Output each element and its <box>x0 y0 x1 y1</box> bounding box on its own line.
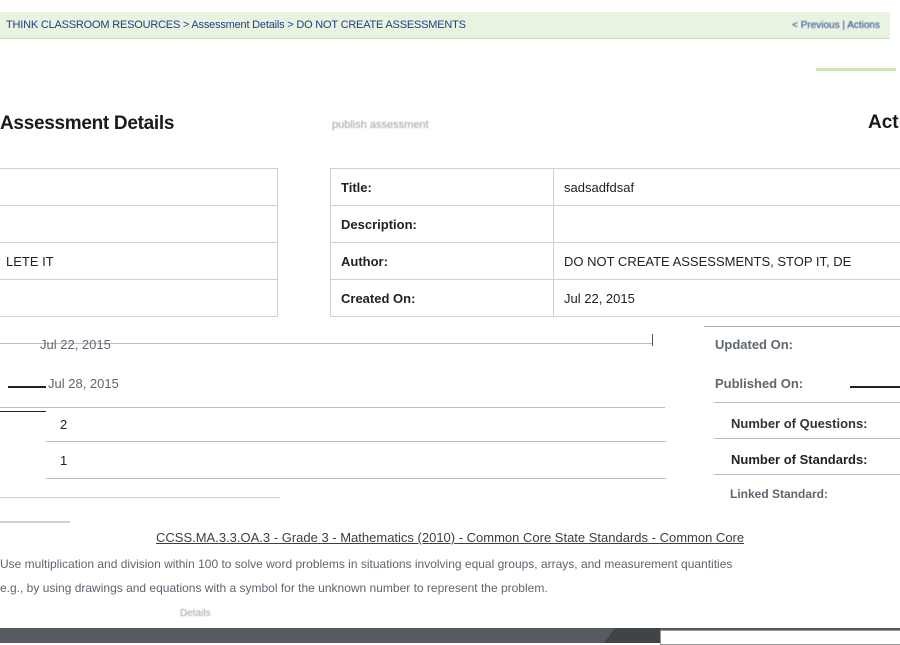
header-actions-link[interactable]: < Previous | Actions <box>792 20 880 31</box>
row-divider <box>714 438 900 439</box>
row-divider <box>0 407 665 408</box>
actions-heading: Act <box>868 112 899 134</box>
table-row <box>0 280 278 317</box>
published-on-value: Jul 28, 2015 <box>48 376 119 391</box>
assessment-details-table: Title: sadsadfdsaf Description: Author: … <box>330 168 900 317</box>
questions-label: Number of Questions: <box>731 416 868 431</box>
table-row: LETE IT <box>0 243 278 280</box>
top-navigation-bar: THINK CLASSROOM RESOURCES > Assessment D… <box>0 12 890 39</box>
row-divider <box>714 402 900 403</box>
linked-standard-link[interactable]: CCSS.MA.3.3.OA.3 - Grade 3 - Mathematics… <box>156 530 744 545</box>
header-divider <box>816 68 896 71</box>
row-divider <box>8 386 46 388</box>
title-label: Title: <box>331 169 554 206</box>
title-value: sadsadfdsaf <box>554 169 900 206</box>
author-label: Author: <box>331 243 554 280</box>
table-cell <box>0 169 278 206</box>
standards-value: 1 <box>60 453 67 468</box>
column-divider <box>652 334 653 346</box>
description-value <box>554 206 900 243</box>
left-info-table: LETE IT <box>0 168 278 317</box>
row-divider <box>0 521 70 523</box>
description-label: Description: <box>331 206 554 243</box>
table-cell <box>0 280 278 317</box>
created-on-value: Jul 22, 2015 <box>554 280 900 317</box>
row-divider <box>0 411 46 412</box>
author-value: DO NOT CREATE ASSESSMENTS, STOP IT, DE <box>554 243 900 280</box>
page-subtitle: publish assessment <box>332 119 429 131</box>
row-divider <box>0 497 280 498</box>
table-row: Created On: Jul 22, 2015 <box>331 280 900 317</box>
row-divider <box>850 386 900 388</box>
standards-label: Number of Standards: <box>731 452 868 467</box>
updated-on-value: Jul 22, 2015 <box>40 337 111 352</box>
row-divider <box>704 326 900 327</box>
table-row: Author: DO NOT CREATE ASSESSMENTS, STOP … <box>331 243 900 280</box>
row-divider <box>46 478 666 479</box>
standard-description-line: Use multiplication and division within 1… <box>0 557 900 571</box>
questions-value: 2 <box>60 417 67 432</box>
page-title: Assessment Details <box>0 113 174 135</box>
breadcrumb[interactable]: THINK CLASSROOM RESOURCES > Assessment D… <box>6 19 466 31</box>
published-on-label: Published On: <box>715 376 803 391</box>
standard-description-line: e.g., by using drawings and equations wi… <box>0 581 900 595</box>
standard-details-link[interactable]: Details <box>180 608 211 619</box>
table-row <box>0 169 278 206</box>
table-row: Title: sadsadfdsaf <box>331 169 900 206</box>
linked-standard-label: Linked Standard: <box>730 487 828 501</box>
table-row <box>0 206 278 243</box>
updated-on-label: Updated On: <box>715 337 793 352</box>
table-cell <box>0 206 278 243</box>
table-cell: LETE IT <box>0 243 278 280</box>
table-row: Description: <box>331 206 900 243</box>
row-divider <box>714 474 900 475</box>
row-divider <box>46 441 666 442</box>
created-on-label: Created On: <box>331 280 554 317</box>
